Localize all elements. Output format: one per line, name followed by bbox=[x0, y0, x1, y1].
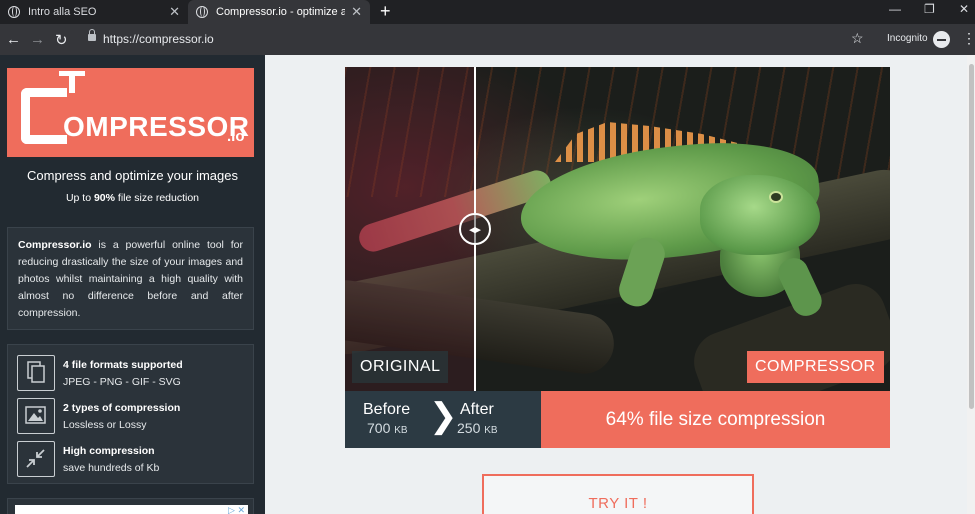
file-formats-icon bbox=[17, 355, 55, 391]
description-brand: Compressor.io bbox=[18, 239, 92, 251]
feature-title: High compression bbox=[63, 445, 155, 457]
subtagline: Up to 90% file size reduction bbox=[0, 192, 265, 204]
incognito-label: Incognito bbox=[887, 33, 928, 44]
tab-title: Intro alla SEO bbox=[28, 6, 97, 18]
image-icon bbox=[17, 398, 55, 434]
compressor-logo[interactable]: OMPRESSOR .io bbox=[7, 68, 254, 157]
browser-tab-bar: Intro alla SEO ✕ Compressor.io - optimiz… bbox=[0, 0, 975, 24]
feature-subtitle: JPEG - PNG - GIF - SVG bbox=[63, 376, 181, 388]
original-side-tint bbox=[345, 67, 475, 391]
reload-icon[interactable]: ↻ bbox=[55, 31, 68, 49]
logo-text: OMPRESSOR bbox=[63, 111, 250, 142]
browser-toolbar: ← → ↻ https://compressor.io ☆ Incognito … bbox=[0, 24, 975, 55]
ad-choices-icon[interactable]: ▷ ✕ bbox=[228, 505, 245, 514]
subtag-suffix: file size reduction bbox=[114, 192, 200, 204]
forward-icon[interactable]: → bbox=[30, 31, 45, 48]
feature-title: 2 types of compression bbox=[63, 402, 181, 414]
compressor-label: COMPRESSOR bbox=[747, 351, 884, 383]
compression-result: 64% file size compression bbox=[541, 391, 890, 448]
tab-close-icon[interactable]: ✕ bbox=[351, 4, 362, 20]
logo-suffix: .io bbox=[227, 128, 245, 145]
before-label: Before bbox=[363, 401, 411, 418]
try-it-button[interactable]: TRY IT ! bbox=[482, 474, 754, 514]
subtag-prefix: Up to bbox=[65, 192, 94, 204]
window-close-icon[interactable]: ✕ bbox=[959, 2, 969, 16]
before-size: 700 KB bbox=[367, 420, 408, 436]
globe-icon bbox=[196, 6, 208, 18]
compression-stats: Before 700 KB ❯ After 250 KB 64% file si… bbox=[345, 391, 890, 448]
sidebar: OMPRESSOR .io Compress and optimize your… bbox=[0, 55, 265, 514]
iguana-eye bbox=[769, 191, 783, 203]
feature-item: 2 types of compression Lossless or Lossy bbox=[17, 398, 245, 438]
after-label: After bbox=[460, 401, 494, 418]
after-size: 250 KB bbox=[457, 420, 498, 436]
feature-item: High compression save hundreds of Kb bbox=[17, 441, 245, 481]
back-icon[interactable]: ← bbox=[6, 31, 21, 48]
iguana-head bbox=[700, 175, 820, 255]
new-tab-button[interactable]: + bbox=[380, 1, 391, 22]
bookmark-star-icon[interactable]: ☆ bbox=[851, 30, 864, 47]
features-box: 4 file formats supported JPEG - PNG - GI… bbox=[7, 344, 254, 484]
chevron-right-icon: ❯ bbox=[429, 397, 458, 435]
tab-close-icon[interactable]: ✕ bbox=[169, 4, 180, 20]
clamp-c-shape bbox=[21, 88, 67, 144]
before-unit: KB bbox=[394, 425, 408, 436]
tab-compressor[interactable]: Compressor.io - optimize and co ✕ bbox=[188, 0, 370, 24]
restore-icon[interactable]: ❐ bbox=[924, 2, 935, 16]
ad-banner[interactable]: ▷ ✕ bbox=[7, 498, 254, 514]
tab-intro-seo[interactable]: Intro alla SEO ✕ bbox=[0, 0, 188, 24]
tab-title: Compressor.io - optimize and co bbox=[216, 6, 346, 18]
tagline: Compress and optimize your images bbox=[27, 168, 238, 183]
slider-handle[interactable]: ◂▸ bbox=[459, 213, 491, 245]
after-unit: KB bbox=[484, 425, 498, 436]
feature-subtitle: save hundreds of Kb bbox=[63, 462, 160, 474]
compress-arrows-icon bbox=[17, 441, 55, 477]
description-box: Compressor.io is a powerful online tool … bbox=[7, 227, 254, 330]
comparison-image[interactable]: ◂▸ ORIGINAL COMPRESSOR bbox=[345, 67, 890, 391]
main-content: ◂▸ ORIGINAL COMPRESSOR Before 700 KB ❯ A… bbox=[265, 55, 967, 514]
feature-title: 4 file formats supported bbox=[63, 359, 183, 371]
description-text: is a powerful online tool for reducing d… bbox=[18, 239, 243, 319]
feature-subtitle: Lossless or Lossy bbox=[63, 419, 147, 431]
ad-content[interactable] bbox=[15, 505, 248, 514]
size-comparison: Before 700 KB ❯ After 250 KB bbox=[345, 391, 541, 448]
menu-icon[interactable]: ⋮ bbox=[962, 30, 975, 47]
subtag-percent: 90% bbox=[93, 192, 115, 204]
scrollbar-thumb[interactable] bbox=[969, 64, 974, 409]
after-value: 250 bbox=[457, 420, 481, 436]
clamp-stem-shape bbox=[69, 75, 75, 93]
lock-icon bbox=[88, 29, 96, 41]
globe-icon bbox=[8, 6, 20, 18]
address-bar[interactable]: https://compressor.io bbox=[103, 32, 214, 46]
before-value: 700 bbox=[367, 420, 391, 436]
feature-item: 4 file formats supported JPEG - PNG - GI… bbox=[17, 355, 245, 395]
original-label: ORIGINAL bbox=[352, 351, 449, 383]
minimize-icon[interactable]: — bbox=[889, 2, 901, 16]
incognito-icon[interactable] bbox=[933, 31, 950, 48]
